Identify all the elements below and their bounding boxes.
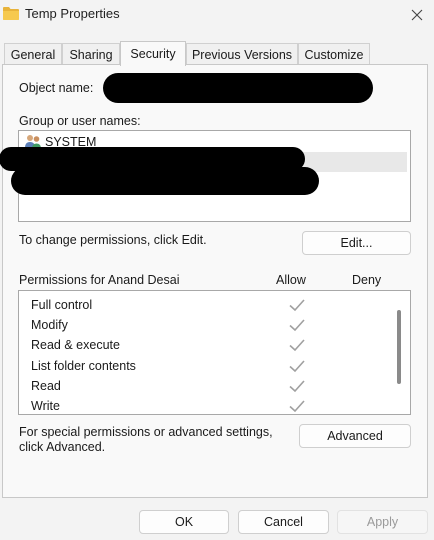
allow-check-icon [289,319,305,332]
object-name-redaction [103,73,373,103]
permission-row: Full control [31,296,391,316]
dialog-footer: OK Cancel Apply [0,498,434,540]
edit-button[interactable]: Edit... [302,231,411,255]
tab-sharing[interactable]: Sharing [62,43,120,65]
permissions-scrollbar[interactable] [397,310,401,384]
tab-customize[interactable]: Customize [298,43,370,65]
user-redaction-2 [11,167,319,195]
permission-row: Read [31,377,391,397]
group-label: Group or user names: [19,114,141,128]
tab-strip: General Sharing Security Previous Versio… [2,41,432,66]
change-permissions-hint: To change permissions, click Edit. [19,233,207,247]
permission-row: Read & execute [31,336,391,356]
permission-name: Full control [31,298,93,312]
permission-name: Read [31,379,61,393]
allow-header: Allow [276,273,306,287]
security-panel: Object name: Group or user names: SYSTEM… [0,64,428,498]
allow-check-icon [289,339,305,352]
permission-name: List folder contents [31,359,136,373]
close-button[interactable] [402,2,432,28]
allow-check-icon [289,380,305,393]
permissions-list[interactable]: Full control Modify Read & execute List … [18,290,411,415]
tab-general[interactable]: General [4,43,62,65]
advanced-button[interactable]: Advanced [299,424,411,448]
cancel-button[interactable]: Cancel [238,510,329,534]
ok-button[interactable]: OK [139,510,229,534]
apply-button[interactable]: Apply [337,510,428,534]
permissions-for-label: Permissions for Anand Desai [19,273,180,287]
permission-name: Write [31,399,60,413]
tab-previous-versions[interactable]: Previous Versions [186,43,298,65]
deny-header: Deny [352,273,382,287]
object-name-label: Object name: [19,81,94,95]
title-bar: Temp Properties [0,0,434,30]
allow-check-icon [289,360,305,373]
allow-check-icon [289,299,305,312]
folder-icon [3,7,19,20]
permission-name: Read & execute [31,338,120,352]
permission-row: Write [31,397,391,417]
permission-row: List folder contents [31,357,391,377]
tab-security[interactable]: Security [120,41,186,66]
special-permissions-hint-line1: For special permissions or advanced sett… [19,425,273,439]
allow-check-icon [289,400,305,413]
window-title: Temp Properties [25,6,120,21]
special-permissions-hint-line2: click Advanced. [19,440,106,454]
permission-row: Modify [31,316,391,336]
close-icon [411,9,423,21]
permission-name: Modify [31,318,68,332]
